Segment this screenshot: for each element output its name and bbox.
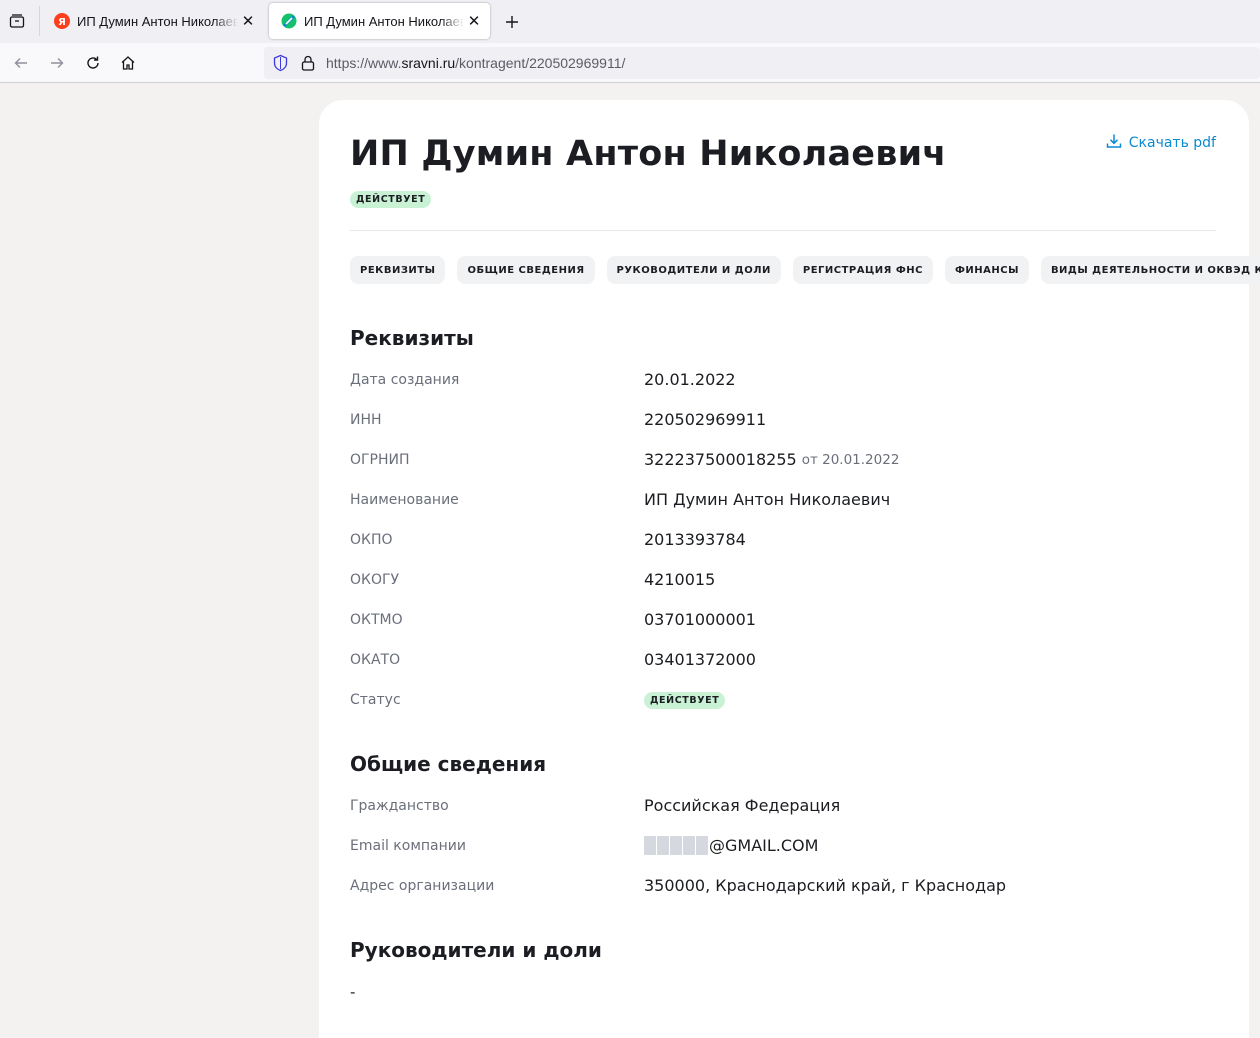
url-bar[interactable]: https://www.sravni.ru/kontragent/2205029… <box>264 47 1260 79</box>
page-title: ИП Думин Антон Николаевич <box>350 134 947 174</box>
tab-list-icon[interactable] <box>6 10 28 32</box>
chip-general-info[interactable]: ОБЩИЕ СВЕДЕНИЯ <box>457 256 595 284</box>
requisite-row-okogu: ОКОГУ 4210015 <box>350 568 1210 592</box>
url-text[interactable]: https://www.sravni.ru/kontragent/2205029… <box>326 55 625 71</box>
status-badge: ДЕЙСТВУЕТ <box>644 692 726 709</box>
email-domain: @GMAIL.COM <box>709 836 819 855</box>
forward-arrow-icon[interactable] <box>45 51 69 75</box>
requisite-row-name: Наименование ИП Думин Антон Николаевич <box>350 488 1210 512</box>
requisite-row-ogrnip: ОГРНИП 322237500018255 от 20.01.2022 <box>350 448 1210 472</box>
chip-activities-okved[interactable]: ВИДЫ ДЕЯТЕЛЬНОСТИ И ОКВЭД КОД <box>1040 256 1260 284</box>
row-value: 350000, Краснодарский край, г Краснодар <box>644 876 1007 895</box>
back-arrow-icon[interactable] <box>9 51 33 75</box>
chip-managers[interactable]: РУКОВОДИТЕЛИ И ДОЛИ <box>606 256 781 284</box>
general-row-citizenship: Гражданство Российская Федерация <box>350 794 1210 818</box>
general-row-email: Email компании @GMAIL.COM <box>350 834 1210 858</box>
status-badge: ДЕЙСТВУЕТ <box>350 191 432 208</box>
divider <box>350 230 1216 231</box>
download-label: Скачать pdf <box>1128 135 1216 151</box>
section-title-managers: Руководители и доли <box>350 938 602 962</box>
navigation-bar: https://www.sravni.ru/kontragent/2205029… <box>0 43 1260 83</box>
row-label: ОКТМО <box>350 612 403 628</box>
chip-requisites[interactable]: РЕКВИЗИТЫ <box>350 256 446 284</box>
requisite-row-oktmo: ОКТМО 03701000001 <box>350 608 1210 632</box>
company-card: ИП Думин Антон Николаевич Скачать pdf ДЕ… <box>319 100 1260 1038</box>
svg-text:Я: Я <box>58 17 66 28</box>
reload-icon[interactable] <box>81 51 105 75</box>
section-title-requisites: Реквизиты <box>350 326 474 350</box>
row-label: ИНН <box>350 412 382 428</box>
chip-fns-registration[interactable]: РЕГИСТРАЦИЯ ФНС <box>792 256 933 284</box>
redacted-email-mask <box>644 836 709 855</box>
close-icon[interactable]: ✕ <box>238 11 258 31</box>
row-label: Статус <box>350 692 401 708</box>
download-pdf-link[interactable]: Скачать pdf <box>1106 133 1216 153</box>
row-label: Дата создания <box>350 372 460 388</box>
row-label: ОКОГУ <box>350 572 400 588</box>
row-value: 20.01.2022 <box>644 370 736 389</box>
ogrnip-number: 322237500018255 <box>644 450 797 469</box>
row-value: 4210015 <box>644 570 716 589</box>
download-icon <box>1106 133 1129 153</box>
ogrnip-date: от 20.01.2022 <box>801 451 900 468</box>
requisite-row-okato: ОКАТО 03401372000 <box>350 648 1210 672</box>
section-nav: РЕКВИЗИТЫ ОБЩИЕ СВЕДЕНИЯ РУКОВОДИТЕЛИ И … <box>350 256 1260 284</box>
browser-tab-yandex[interactable]: Я ИП Думин Антон Николаевич ✕ <box>42 3 264 39</box>
requisite-row-okpo: ОКПО 2013393784 <box>350 528 1210 552</box>
section-title-general: Общие сведения <box>350 752 547 776</box>
row-label: Адрес организации <box>350 878 495 894</box>
requisite-row-status: Статус ДЕЙСТВУЕТ <box>350 688 1210 712</box>
requisite-row-inn: ИНН 220502969911 <box>350 408 1210 432</box>
row-value: @GMAIL.COM <box>644 836 818 855</box>
new-tab-plus-icon[interactable] <box>500 10 524 34</box>
row-value: 322237500018255 от 20.01.2022 <box>644 450 899 469</box>
sravni-icon <box>281 13 297 29</box>
row-label: ОКАТО <box>350 652 401 668</box>
managers-empty-value: - <box>350 983 356 1001</box>
general-row-address: Адрес организации 350000, Краснодарский … <box>350 874 1210 898</box>
shield-icon[interactable] <box>272 54 289 76</box>
row-label: Наименование <box>350 492 459 508</box>
lock-icon[interactable] <box>300 54 316 76</box>
close-icon[interactable]: ✕ <box>464 11 484 31</box>
row-label: Гражданство <box>350 798 449 814</box>
row-value: 03401372000 <box>644 650 756 669</box>
row-value: ДЕЙСТВУЕТ <box>644 692 726 709</box>
yandex-icon: Я <box>54 13 70 29</box>
home-icon[interactable] <box>116 51 140 75</box>
requisite-row-creation-date: Дата создания 20.01.2022 <box>350 368 1210 392</box>
row-label: ОКПО <box>350 532 393 548</box>
row-label: ОГРНИП <box>350 452 410 468</box>
row-value: Российская Федерация <box>644 796 841 815</box>
row-value: ИП Думин Антон Николаевич <box>644 490 891 509</box>
row-label: Email компании <box>350 838 466 854</box>
tab-bar: Я ИП Думин Антон Николаевич ✕ ИП Думин А… <box>0 0 1260 43</box>
tab-separator <box>39 6 40 36</box>
row-value: 220502969911 <box>644 410 767 429</box>
chip-finances[interactable]: ФИНАНСЫ <box>944 256 1029 284</box>
browser-tab-sravni[interactable]: ИП Думин Антон Николаевич ✕ <box>269 3 490 39</box>
row-value: 2013393784 <box>644 530 746 549</box>
tab-title: ИП Думин Антон Николаевич <box>304 13 464 29</box>
tab-title: ИП Думин Антон Николаевич <box>77 13 238 29</box>
row-value: 03701000001 <box>644 610 756 629</box>
